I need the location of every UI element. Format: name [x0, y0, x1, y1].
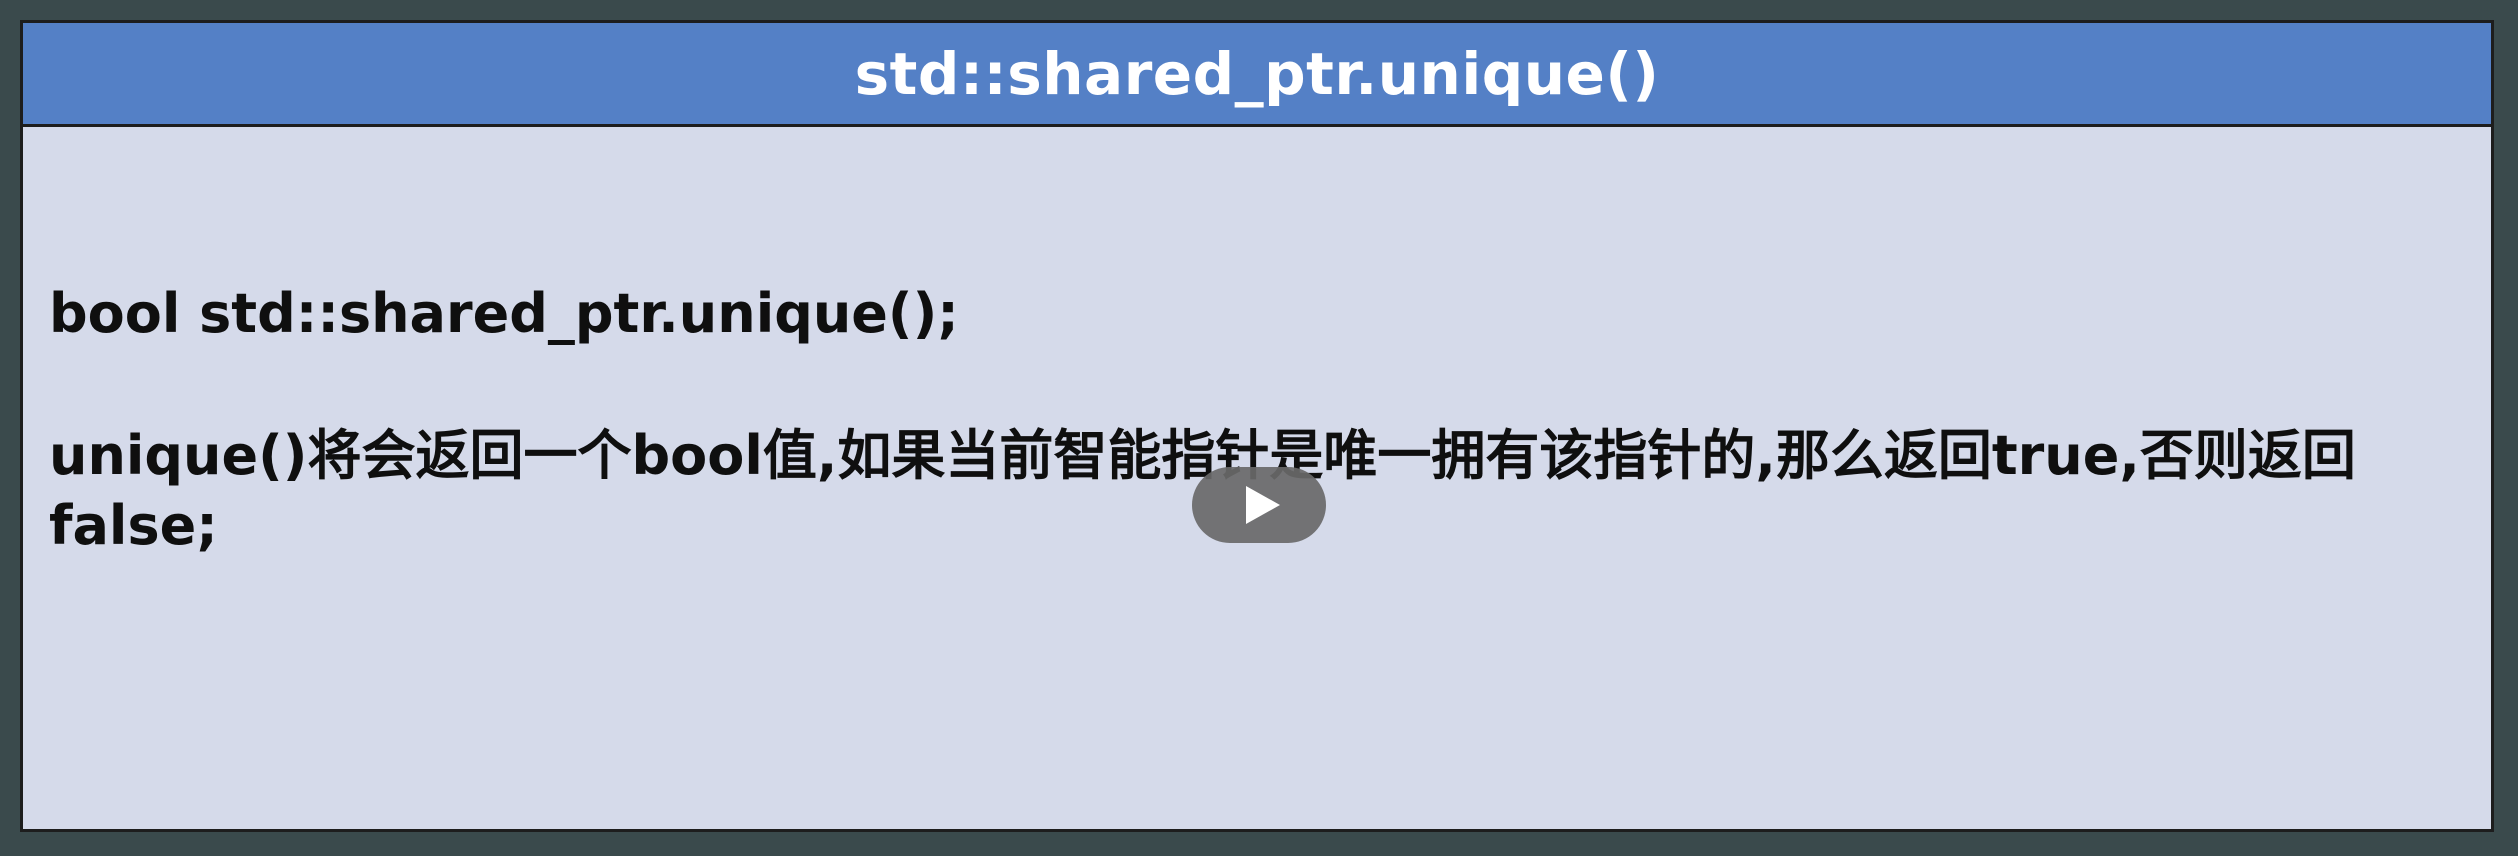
play-button[interactable]: [1192, 467, 1326, 543]
slide: std::shared_ptr.unique() bool std::share…: [20, 20, 2494, 832]
play-icon: [1246, 486, 1280, 524]
function-signature: bool std::shared_ptr.unique();: [49, 282, 959, 345]
slide-title: std::shared_ptr.unique(): [854, 39, 1660, 108]
title-bar: std::shared_ptr.unique(): [23, 23, 2491, 127]
